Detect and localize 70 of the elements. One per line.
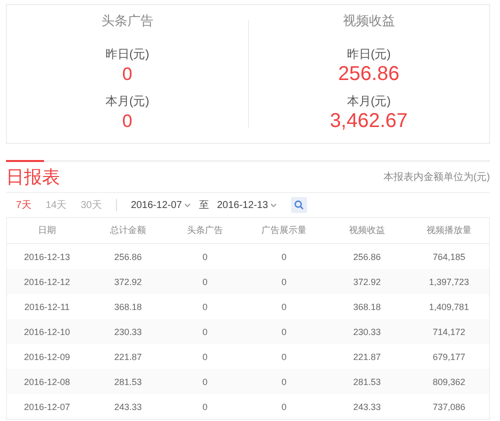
chevron-down-icon (184, 202, 191, 208)
table-cell-text: 243.33 (113, 402, 143, 412)
table-cell-text: 0 (280, 352, 288, 362)
search-button[interactable] (291, 197, 308, 213)
column-header: 视频收益 (348, 224, 386, 237)
table-cell-text: 0 (201, 276, 208, 286)
stat-label: 昨日(元) (105, 46, 150, 63)
range-tab[interactable]: 14天 (46, 198, 67, 212)
stat-value: 0 (122, 110, 132, 132)
table-cell-text: 0 (201, 302, 208, 312)
summary-title: 头条广告 (101, 12, 154, 30)
table-cell-text: 2016-12-13 (22, 252, 72, 262)
table-cell-text: 221.87 (113, 352, 143, 362)
unit-note: 本报表内金额单位为(元) (383, 170, 490, 184)
table-cell-text: 679,177 (432, 352, 466, 362)
table-cell-text: 281.53 (352, 376, 382, 386)
table-cell-text: 0 (280, 302, 288, 312)
stat-label: 昨日(元) (346, 46, 391, 63)
table-cell-text: 2016-12-11 (23, 302, 71, 312)
table-cell-text: 368.18 (352, 302, 382, 312)
column-header: 广告展示量 (260, 224, 308, 237)
column-header: 头条广告 (186, 224, 224, 237)
table-cell-text: 372.92 (113, 276, 143, 286)
stat-value: 0 (122, 63, 132, 85)
report-title: 日报表 (6, 166, 60, 189)
table-cell-text: 0 (280, 376, 288, 386)
table-cell-text: 1,397,723 (428, 276, 470, 286)
table-cell-text: 0 (280, 402, 288, 412)
table-cell-text: 0 (201, 326, 208, 336)
table-cell-text: 0 (201, 252, 208, 262)
table-cell-text: 256.86 (113, 252, 143, 262)
summary-title: 视频收益 (342, 12, 395, 30)
table-cell-text: 256.86 (352, 252, 382, 262)
table-cell-text: 230.33 (352, 326, 382, 336)
chevron-down-icon (270, 202, 278, 208)
table-cell-text: 714,172 (432, 326, 466, 336)
table-cell-text: 0 (280, 276, 288, 286)
column-header: 视频播放量 (426, 224, 472, 237)
stat-value: 256.86 (338, 63, 400, 85)
table-cell-text: 243.33 (352, 402, 382, 412)
range-tab[interactable]: 30天 (80, 198, 102, 212)
table-cell-text: 372.92 (352, 276, 382, 286)
table-cell-text: 221.87 (352, 352, 382, 362)
stat-value: 3,462.67 (330, 110, 408, 132)
table-cell-text: 0 (201, 376, 208, 386)
table-cell-text: 2016-12-07 (22, 402, 72, 412)
start-date-picker[interactable]: 2016-12-07 (130, 200, 191, 210)
table-cell-text: 0 (201, 402, 208, 412)
table-cell-text: 2016-12-10 (22, 326, 72, 336)
table-cell-text: 368.18 (113, 302, 143, 312)
search-icon (294, 200, 304, 210)
table-cell-text: 809,362 (432, 376, 466, 386)
table-cell-text: 281.53 (113, 376, 143, 386)
table-cell-text: 2016-12-09 (22, 352, 72, 362)
table-cell-text: 0 (280, 326, 288, 336)
table-cell-text: 2016-12-12 (22, 276, 72, 286)
table-cell-text: 230.33 (113, 326, 143, 336)
column-header: 日期 (37, 224, 57, 237)
table-cell-text: 737,086 (432, 402, 466, 412)
table-cell-text: 0 (201, 352, 208, 362)
stat-label: 本月(元) (105, 93, 150, 110)
end-date-picker[interactable]: 2016-12-13 (216, 200, 278, 210)
column-header: 总计金额 (109, 224, 147, 237)
table-cell-text: 1,409,781 (428, 302, 470, 312)
table-cell-text: 0 (280, 252, 288, 262)
table-cell-text: 764,185 (432, 252, 466, 262)
table-cell-text: 2016-12-08 (22, 376, 72, 386)
stat-label: 本月(元) (346, 93, 391, 110)
range-tab[interactable]: 7天 (16, 198, 32, 212)
date-separator: 至 (198, 199, 209, 212)
